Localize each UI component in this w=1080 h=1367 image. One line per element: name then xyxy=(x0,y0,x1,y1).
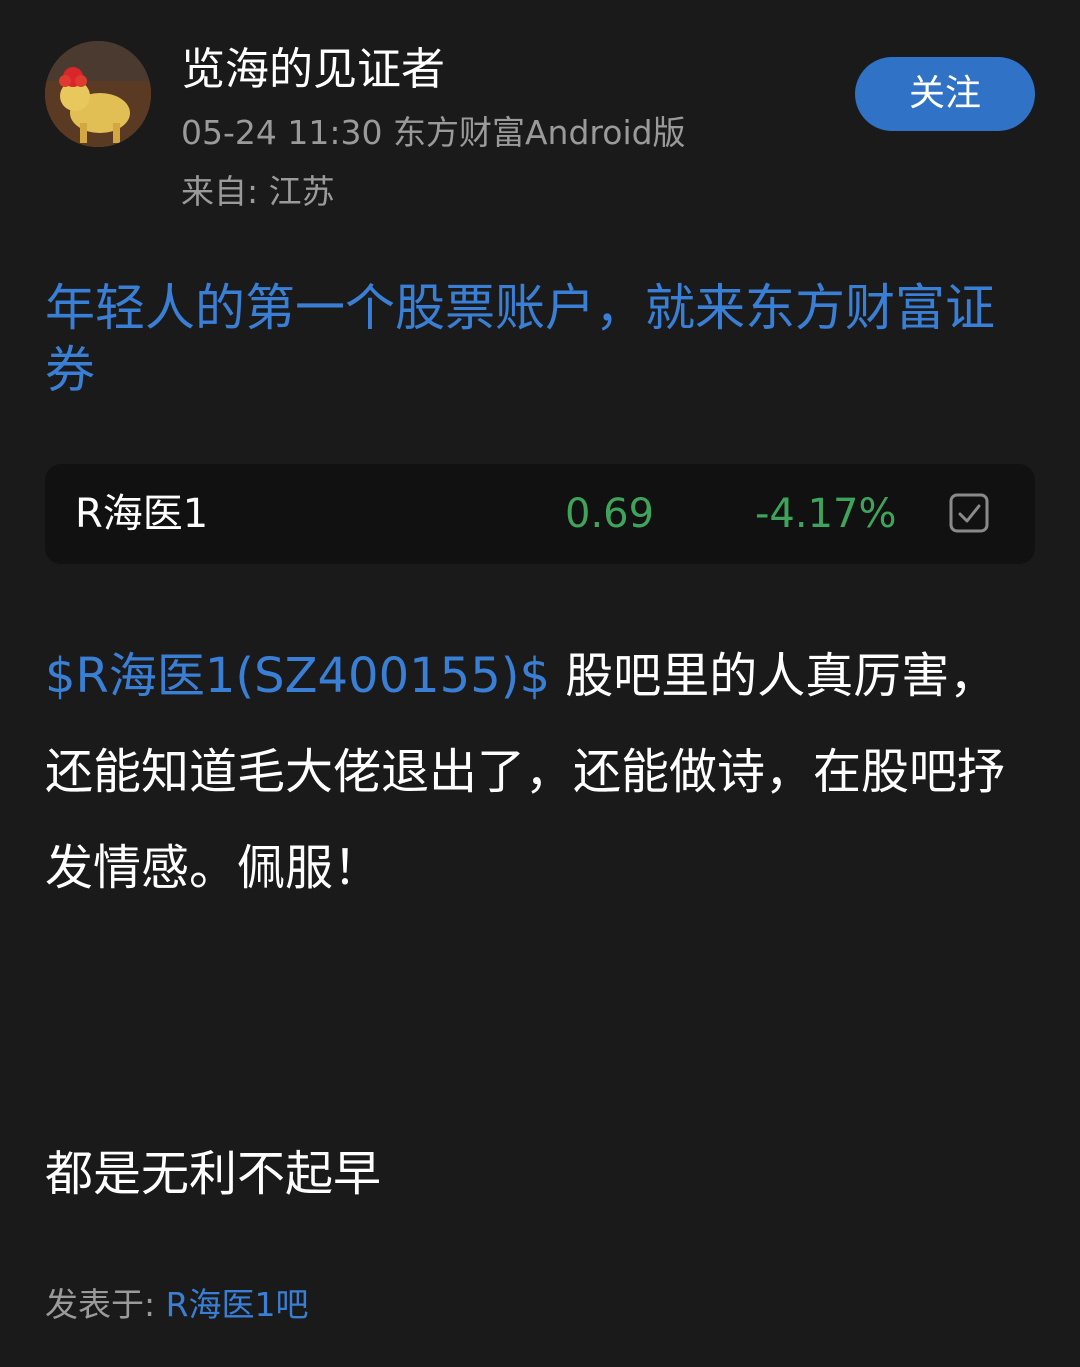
post-location: 来自: 江苏 xyxy=(181,172,335,211)
published-in-label: 发表于: xyxy=(45,1285,166,1324)
stock-change-percent: -4.17% xyxy=(755,491,897,537)
avatar[interactable] xyxy=(45,41,151,147)
post-body: $R海医1(SZ400155)$ 股吧里的人真厉害，还能知道毛大佬退出了，还能做… xyxy=(45,628,1005,916)
published-in: 发表于: R海医1吧 xyxy=(45,1283,309,1327)
stock-quote-card[interactable]: R海医1 0.69 -4.17% xyxy=(45,464,1035,564)
golden-ox-avatar-image xyxy=(45,41,151,147)
follow-button[interactable]: 关注 xyxy=(855,57,1035,131)
promo-banner-link[interactable]: 年轻人的第一个股票账户，就来东方财富证券 xyxy=(45,277,1035,401)
stock-bar-link[interactable]: R海医1吧 xyxy=(166,1285,309,1324)
stock-price: 0.69 xyxy=(565,491,655,537)
checkbox-checked-icon[interactable] xyxy=(949,493,989,533)
stock-tag-link[interactable]: $R海医1(SZ400155)$ xyxy=(45,648,550,704)
author-name[interactable]: 览海的见证者 xyxy=(181,42,445,98)
post-timestamp-and-client: 05-24 11:30 东方财富Android版 xyxy=(181,113,686,152)
stock-name: R海医1 xyxy=(75,491,209,537)
post-extra-line: 都是无利不起早 xyxy=(45,1146,382,1202)
